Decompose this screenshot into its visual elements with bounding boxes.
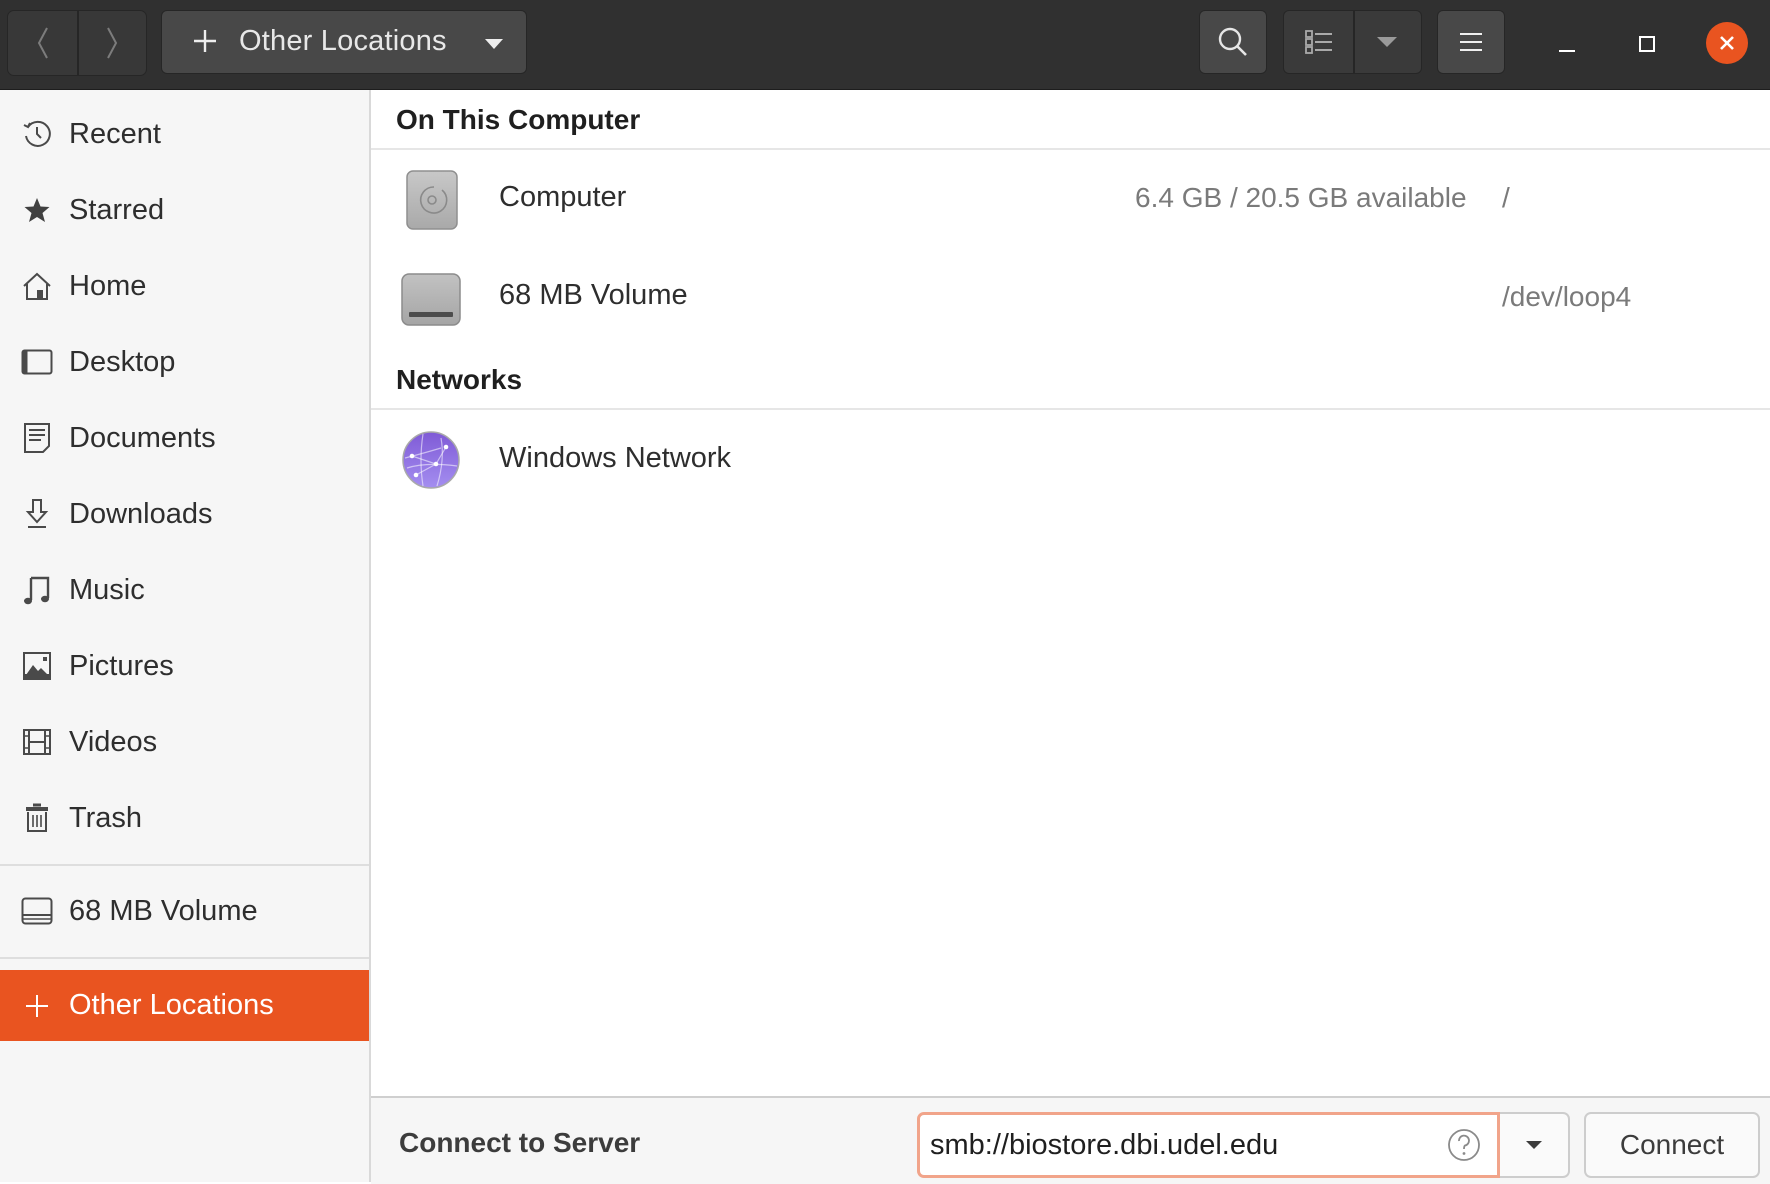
maximize-icon <box>1639 36 1655 52</box>
connect-button[interactable]: Connect <box>1584 1112 1760 1178</box>
location-path-button[interactable]: Other Locations <box>161 10 527 74</box>
search-icon <box>1218 27 1247 56</box>
help-icon[interactable] <box>1447 1128 1481 1162</box>
sidebar-item-label: Starred <box>69 193 165 226</box>
sidebar-item-documents[interactable]: Documents <box>0 403 369 473</box>
harddisk-icon <box>406 170 458 230</box>
sidebar-item-label: Recent <box>69 117 161 150</box>
maximize-button[interactable] <box>1625 22 1669 66</box>
forward-button[interactable] <box>77 11 146 75</box>
back-button[interactable] <box>8 11 79 75</box>
sidebar-item-label: 68 MB Volume <box>69 894 258 927</box>
plus-icon <box>21 990 53 1022</box>
recent-servers-dropdown[interactable] <box>1500 1112 1570 1178</box>
sidebar-item-starred[interactable]: Starred <box>0 175 369 245</box>
chevron-right-icon <box>106 27 117 59</box>
sidebar-item-label: Desktop <box>69 345 176 378</box>
navigation-group <box>7 10 147 76</box>
minimize-button[interactable] <box>1545 22 1589 66</box>
home-icon <box>21 270 53 302</box>
sidebar-item-label: Pictures <box>69 649 174 682</box>
other-locations-view: On This Computer Computer 6.4 GB / 20.5 … <box>371 90 1770 1096</box>
section-title-on-this-computer: On This Computer <box>396 104 641 135</box>
location-name: 68 MB Volume <box>499 279 688 311</box>
server-address-field[interactable] <box>917 1112 1500 1178</box>
location-row-windows-network[interactable]: Windows Network <box>371 415 1770 505</box>
sidebar-item-recent[interactable]: Recent <box>0 99 369 169</box>
section-title-networks: Networks <box>396 364 523 395</box>
sidebar-item-other-locations[interactable]: Other Locations <box>0 970 369 1041</box>
sidebar: Recent Starred Home Desktop Documents Do… <box>0 90 371 1182</box>
star-icon <box>21 194 53 226</box>
sidebar-item-68mb-volume[interactable]: 68 MB Volume <box>0 876 369 946</box>
chevron-left-icon <box>37 27 48 59</box>
sidebar-item-label: Home <box>69 269 147 302</box>
sidebar-item-label: Downloads <box>69 497 213 530</box>
sidebar-item-home[interactable]: Home <box>0 251 369 321</box>
section-separator <box>371 408 1770 410</box>
sidebar-item-videos[interactable]: Videos <box>0 707 369 777</box>
sidebar-item-label: Other Locations <box>69 989 274 1021</box>
download-icon <box>21 498 53 530</box>
picture-icon <box>21 650 53 682</box>
list-view-icon <box>1304 30 1332 54</box>
drive-icon <box>21 895 53 927</box>
connect-to-server-label: Connect to Server <box>399 1127 641 1158</box>
header-bar: Other Locations <box>0 0 1770 90</box>
search-button[interactable] <box>1199 10 1267 74</box>
sidebar-separator <box>0 957 369 959</box>
location-label: Other Locations <box>239 25 447 57</box>
location-mount-path: / <box>1502 182 1510 213</box>
caret-down-icon <box>1377 37 1397 47</box>
sidebar-item-music[interactable]: Music <box>0 555 369 625</box>
sidebar-item-downloads[interactable]: Downloads <box>0 479 369 549</box>
clock-icon <box>21 118 53 150</box>
close-icon <box>1720 36 1734 50</box>
plus-icon <box>194 30 216 52</box>
trash-icon <box>21 802 53 834</box>
main-menu-button[interactable] <box>1437 10 1505 74</box>
sidebar-item-label: Trash <box>69 801 143 834</box>
location-available-space: 6.4 GB / 20.5 GB available <box>1135 182 1467 213</box>
section-separator <box>371 148 1770 150</box>
location-name: Windows Network <box>499 442 732 474</box>
sidebar-item-pictures[interactable]: Pictures <box>0 631 369 701</box>
document-icon <box>21 422 53 454</box>
location-mount-path: /dev/loop4 <box>1502 281 1632 312</box>
sidebar-separator <box>0 864 369 866</box>
music-icon <box>21 574 53 606</box>
view-options-button[interactable] <box>1353 11 1421 73</box>
location-name: Computer <box>499 181 627 213</box>
sidebar-item-trash[interactable]: Trash <box>0 783 369 853</box>
sidebar-item-label: Music <box>69 573 145 606</box>
network-globe-icon <box>402 431 460 489</box>
removable-drive-icon <box>401 273 461 326</box>
list-view-button[interactable] <box>1284 11 1355 73</box>
hamburger-menu-icon <box>1460 33 1482 51</box>
caret-down-icon <box>1526 1141 1542 1149</box>
connect-to-server-bar: Connect to Server Connect <box>371 1096 1770 1184</box>
caret-down-icon <box>485 39 503 49</box>
desktop-icon <box>21 346 53 378</box>
view-controls-group <box>1283 10 1422 74</box>
location-row-68mb-volume[interactable]: 68 MB Volume /dev/loop4 <box>371 254 1770 344</box>
sidebar-item-label: Videos <box>69 725 158 758</box>
server-address-input[interactable] <box>930 1123 1430 1167</box>
sidebar-item-label: Documents <box>69 421 216 454</box>
close-button[interactable] <box>1706 22 1748 64</box>
sidebar-item-desktop[interactable]: Desktop <box>0 327 369 397</box>
minimize-icon <box>1559 50 1575 52</box>
location-row-computer[interactable]: Computer 6.4 GB / 20.5 GB available / <box>371 155 1770 245</box>
film-icon <box>21 726 53 758</box>
